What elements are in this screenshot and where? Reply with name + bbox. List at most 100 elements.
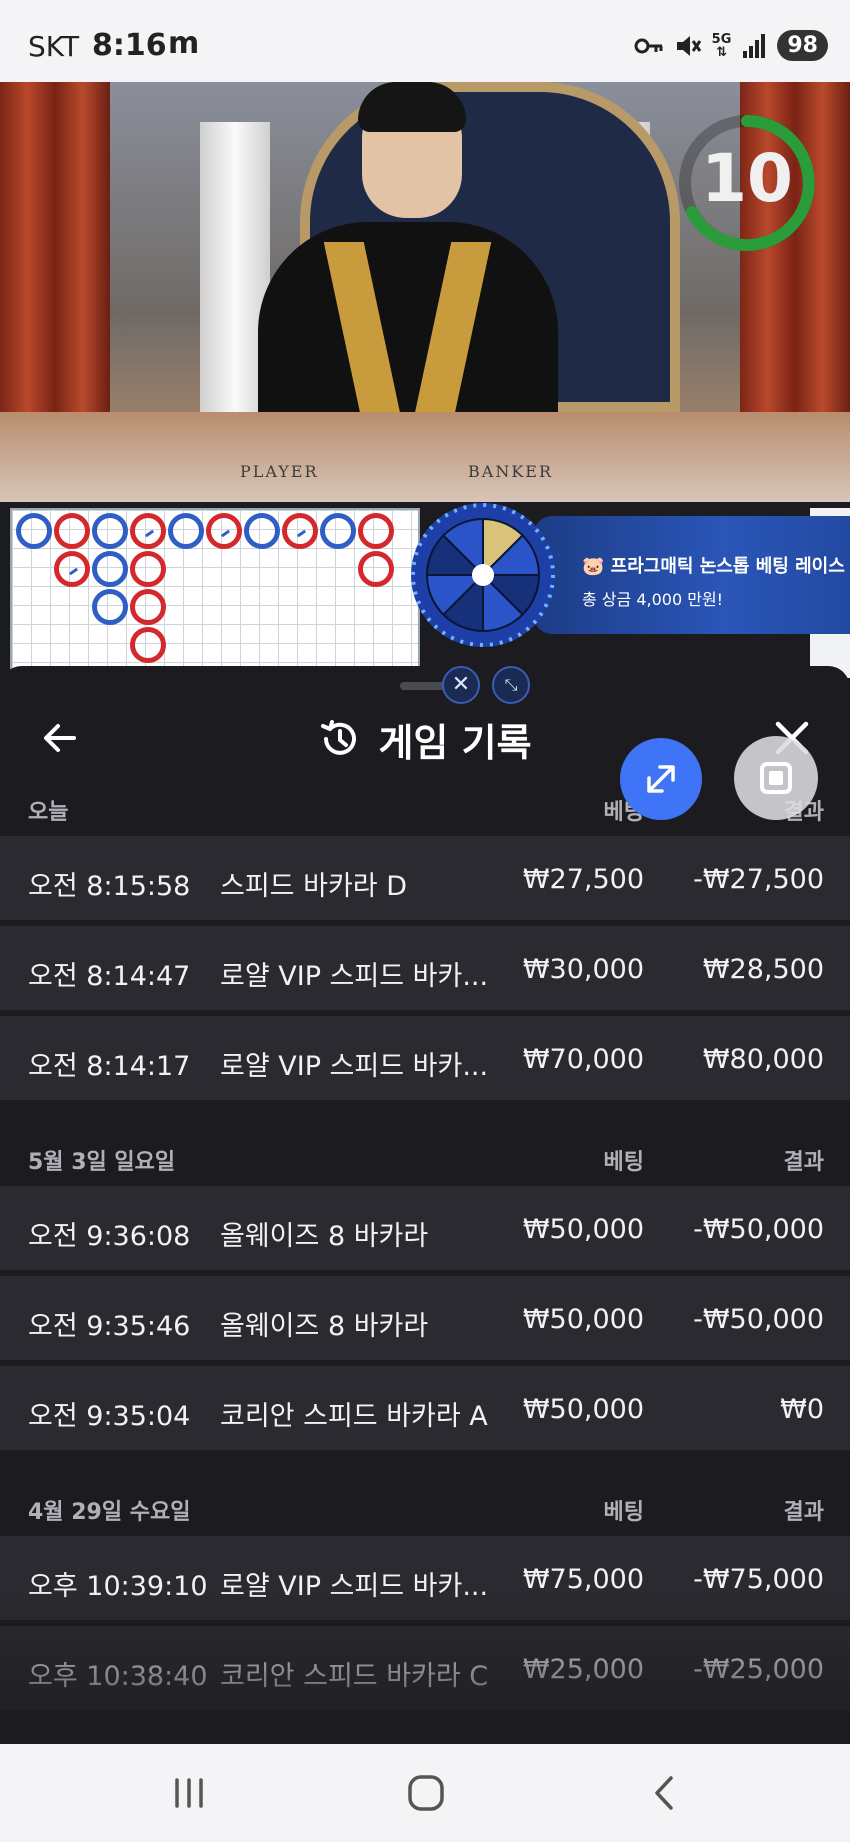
row-bet: ₩70,000: [522, 1044, 644, 1075]
row-bet: ₩50,000: [522, 1394, 644, 1425]
roadmap-row-2: [16, 551, 394, 587]
row-game: 올웨이즈 8 바카라: [220, 1221, 429, 1252]
app-indicator: m: [168, 26, 200, 61]
countdown-timer: 10: [701, 140, 793, 217]
promo-banner[interactable]: 🐷 프라그매틱 논스톱 베팅 레이스 총 상금 4,000 만원!: [534, 516, 850, 634]
bead-roadmap[interactable]: [10, 508, 420, 678]
roadmap-bead: [54, 513, 90, 549]
result-column-header: 결과: [783, 1150, 824, 1175]
home-icon[interactable]: [401, 1772, 451, 1814]
system-nav-bar: [0, 1744, 850, 1842]
history-row[interactable]: 오전 9:35:04 코리안 스피드 바카라 A ₩50,000 ₩0: [0, 1366, 850, 1450]
banker-table-label: BANKER: [468, 462, 553, 481]
recent-apps-icon[interactable]: [164, 1772, 214, 1814]
row-game: 로얄 VIP 스피드 바카...: [220, 961, 489, 992]
expand-icon: [647, 765, 675, 793]
pip-icon: [760, 762, 792, 794]
row-time: 오후 10:38:40: [28, 1661, 208, 1692]
roadmap-empty-cell: [92, 627, 128, 663]
row-bet: ₩25,000: [522, 1654, 644, 1685]
baccarat-table: [0, 412, 850, 502]
roadmap-bead: [358, 513, 394, 549]
roadmap-empty-cell: [16, 589, 52, 625]
dealer-hair: [358, 82, 466, 132]
roadmap-bead: [92, 513, 128, 549]
history-row[interactable]: 오전 9:36:08 올웨이즈 8 바카라 ₩50,000 -₩50,000: [0, 1186, 850, 1270]
mute-icon: [676, 35, 701, 56]
roadmap-bead: [206, 513, 242, 549]
history-row[interactable]: 오전 8:15:58 스피드 바카라 D ₩27,500 -₩27,500: [0, 836, 850, 920]
promo-subtitle: 총 상금 4,000 만원!: [582, 590, 724, 609]
row-game: 코리안 스피드 바카라 A: [220, 1401, 488, 1432]
roadmap-bead: [54, 551, 90, 587]
section-header: 5월 3일 일요일 베팅 결과: [0, 1126, 850, 1186]
roadmap-empty-cell: [320, 551, 356, 587]
roadmap-empty-cell: [244, 551, 280, 587]
drag-handle[interactable]: [400, 682, 448, 690]
row-result: ₩28,500: [702, 954, 824, 985]
row-bet: ₩75,000: [522, 1564, 644, 1595]
row-bet: ₩50,000: [522, 1304, 644, 1335]
back-nav-icon[interactable]: [640, 1772, 690, 1814]
history-icon: [321, 720, 357, 755]
signal-icon: [743, 33, 766, 58]
clock: 8:16: [92, 28, 167, 63]
row-time: 오전 8:14:47: [28, 961, 191, 992]
roadmap-bead: [92, 551, 128, 587]
bet-column-header: 베팅: [603, 1500, 644, 1525]
row-game: 로얄 VIP 스피드 바카...: [220, 1571, 489, 1602]
picture-in-picture-button[interactable]: [734, 736, 818, 820]
roadmap-empty-cell: [16, 551, 52, 587]
section-date: 오늘: [28, 800, 69, 825]
row-time: 오전 9:35:04: [28, 1401, 191, 1432]
roadmap-row-1: [16, 513, 394, 549]
status-icons: 5G ⇅ 98: [634, 30, 828, 61]
row-result: -₩75,000: [693, 1564, 824, 1595]
roadmap-empty-cell: [54, 627, 90, 663]
section-date: 5월 3일 일요일: [28, 1150, 176, 1175]
roadmap-bead: [130, 589, 166, 625]
battery-indicator: 98: [777, 30, 828, 61]
roadmap-empty-cell: [168, 551, 204, 587]
game-history-panel: ✕ ⤡ 게임 기록 오늘 베팅 결과 오전 8:15:58 스피드 바카라 D …: [0, 666, 850, 1744]
history-row[interactable]: 오전 8:14:17 로얄 VIP 스피드 바카... ₩70,000 ₩80,…: [0, 1016, 850, 1100]
history-row[interactable]: 오후 10:38:40 코리안 스피드 바카라 C ₩25,000 -₩25,0…: [0, 1626, 850, 1710]
row-time: 오후 10:39:10: [28, 1571, 208, 1602]
expand-button[interactable]: [620, 738, 702, 820]
row-game: 로얄 VIP 스피드 바카...: [220, 1051, 489, 1082]
section-date: 4월 29일 수요일: [28, 1500, 191, 1525]
history-row[interactable]: 오전 8:14:47 로얄 VIP 스피드 바카... ₩30,000 ₩28,…: [0, 926, 850, 1010]
panel-header: 게임 기록: [0, 712, 850, 766]
history-row[interactable]: 오후 10:39:10 로얄 VIP 스피드 바카... ₩75,000 -₩7…: [0, 1536, 850, 1620]
row-time: 오전 8:14:17: [28, 1051, 191, 1082]
result-column-header: 결과: [783, 1500, 824, 1525]
5g-data-icon: 5G ⇅: [711, 31, 732, 60]
collapse-mini-icon[interactable]: ⤡: [492, 666, 530, 704]
roadmap-bead: [168, 513, 204, 549]
roadmap-empty-cell: [54, 589, 90, 625]
row-result: -₩50,000: [693, 1304, 824, 1335]
row-result: ₩80,000: [702, 1044, 824, 1075]
row-bet: ₩27,500: [522, 864, 644, 895]
row-game: 올웨이즈 8 바카라: [220, 1311, 429, 1342]
promo-wheel-icon[interactable]: [408, 500, 558, 650]
section-header: 오늘 베팅 결과: [0, 776, 850, 836]
roadmap-bead: [130, 627, 166, 663]
roadmap-bead: [130, 551, 166, 587]
close-mini-icon[interactable]: ✕: [442, 666, 480, 704]
key-icon: [634, 38, 663, 53]
roadmap-row-3: [16, 589, 166, 625]
carrier-label: SKT: [28, 30, 80, 63]
roadmap-empty-cell: [16, 627, 52, 663]
status-bar: SKT 8:16 m 5G ⇅ 98: [0, 0, 850, 82]
bet-column-header: 베팅: [603, 1150, 644, 1175]
history-row[interactable]: 오전 9:35:46 올웨이즈 8 바카라 ₩50,000 -₩50,000: [0, 1276, 850, 1360]
roadmap-bead: [358, 551, 394, 587]
curtain-left: [0, 82, 110, 442]
row-result: ₩0: [780, 1394, 824, 1425]
roadmap-bead: [244, 513, 280, 549]
roadmap-bead: [16, 513, 52, 549]
promo-title: 🐷 프라그매틱 논스톱 베팅 레이스: [582, 556, 845, 577]
roadmap-row-4: [16, 627, 166, 663]
roadmap-empty-cell: [282, 551, 318, 587]
